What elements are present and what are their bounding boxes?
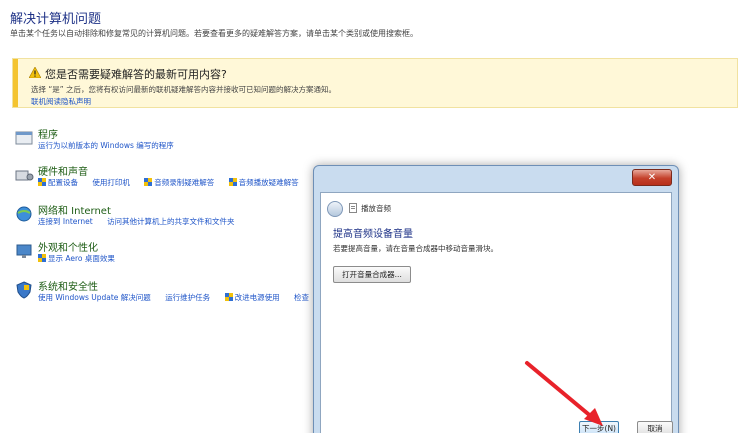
link-configure-device[interactable]: 配置设备 — [48, 178, 78, 187]
network-icon — [16, 206, 32, 222]
category-title-hardware-sound[interactable]: 硬件和声音 — [38, 163, 88, 178]
back-arrow-icon[interactable] — [327, 201, 343, 217]
security-icon — [16, 281, 32, 299]
playback-audio-dialog: ✕ 播放音频 提高音频设备音量 若要提高音量，请在音量合成器中移动音量滑块。 打… — [313, 165, 679, 433]
notice-body[interactable]: 选择 “是” 之后，您将有权访问最新的联机疑难解答内容并接收可已知问题的解决方案… — [31, 84, 336, 95]
link-audio-recording[interactable]: 音频录制疑难解答 — [154, 178, 214, 187]
dialog-description: 若要提高音量，请在音量合成器中移动音量滑块。 — [333, 244, 498, 253]
link-connect-internet[interactable]: 连接到 Internet — [38, 217, 93, 226]
appearance-icon — [16, 244, 32, 258]
open-volume-mixer-button[interactable]: 打开音量合成器... — [333, 266, 411, 283]
category-title-network[interactable]: 网络和 Internet — [38, 202, 111, 217]
link-power-usage[interactable]: 改进电源使用 — [235, 293, 280, 302]
link-check[interactable]: 检查 — [294, 293, 309, 302]
dialog-title: 播放音频 — [361, 204, 391, 213]
update-notice: 您是否需要疑难解答的最新可用内容? 选择 “是” 之后，您将有权访问最新的联机疑… — [12, 58, 738, 108]
shield-icon — [38, 178, 46, 186]
link-windows-update[interactable]: 使用 Windows Update 解决问题 — [38, 293, 151, 302]
cancel-button[interactable]: 取消 — [637, 421, 673, 433]
link-aero-effects[interactable]: 显示 Aero 桌面效果 — [48, 254, 115, 263]
next-button[interactable]: 下一步(N) — [579, 421, 619, 433]
programs-icon — [15, 131, 33, 145]
dialog-content: 播放音频 提高音频设备音量 若要提高音量，请在音量合成器中移动音量滑块。 打开音… — [320, 192, 672, 433]
hardware-sound-icon — [15, 170, 34, 181]
shield-icon — [144, 178, 153, 186]
link-shared-files[interactable]: 访问其他计算机上的共享文件和文件夹 — [107, 217, 235, 226]
shield-icon — [228, 178, 237, 186]
link-use-printer[interactable]: 使用打印机 — [92, 178, 130, 187]
link-audio-playback[interactable]: 音频播放疑难解答 — [239, 178, 299, 187]
shield-icon — [224, 293, 233, 301]
page-subtitle: 单击某个任务以自动排除和修复常见的计算机问题。若要查看更多的疑难解答方案，请单击… — [10, 29, 418, 38]
notice-accent-bar — [13, 59, 18, 107]
privacy-link[interactable]: 联机阅读隐私声明 — [31, 96, 91, 107]
category-title-security[interactable]: 系统和安全性 — [38, 278, 98, 293]
category-title-programs[interactable]: 程序 — [38, 126, 58, 141]
warning-icon — [29, 67, 41, 78]
notice-title: 您是否需要疑难解答的最新可用内容? — [45, 68, 227, 81]
page-title: 解决计算机问题 — [10, 12, 102, 27]
shield-icon — [38, 254, 46, 262]
category-title-appearance[interactable]: 外观和个性化 — [38, 239, 98, 254]
link-run-old-programs[interactable]: 运行为以前版本的 Windows 编写的程序 — [38, 141, 174, 150]
document-icon — [349, 203, 357, 213]
dialog-heading: 提高音频设备音量 — [333, 229, 413, 240]
link-maintenance[interactable]: 运行维护任务 — [165, 293, 210, 302]
close-button[interactable]: ✕ — [632, 169, 672, 186]
